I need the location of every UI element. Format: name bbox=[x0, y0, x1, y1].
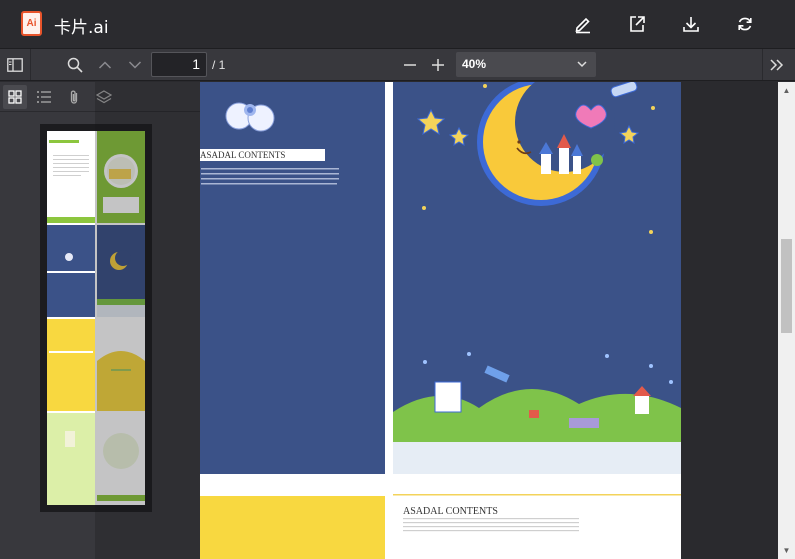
zoom-value: 40% bbox=[462, 57, 487, 71]
thumbnail-sidebar bbox=[0, 82, 200, 559]
bottom-panel-heading: ASADAL CONTENTS bbox=[403, 506, 498, 517]
chevron-up-icon bbox=[98, 61, 112, 69]
page-thumbnail[interactable] bbox=[47, 131, 145, 505]
viewer-toolbar: 1 / 1 40% bbox=[0, 48, 795, 81]
plus-icon bbox=[432, 59, 444, 71]
document-viewport[interactable]: ASADAL CONTENTS ASADAL CONTENTS bbox=[200, 82, 778, 559]
scroll-up-arrow[interactable]: ▲ bbox=[778, 82, 795, 99]
paperclip-icon bbox=[70, 90, 78, 104]
search-icon bbox=[67, 57, 83, 73]
previous-page-button[interactable] bbox=[94, 54, 116, 76]
zoom-in-button[interactable] bbox=[427, 54, 449, 76]
grid-icon bbox=[8, 90, 22, 104]
zoom-out-button[interactable] bbox=[399, 54, 421, 76]
scroll-thumb[interactable] bbox=[781, 239, 792, 333]
download-icon bbox=[683, 17, 699, 32]
ai-file-icon: Ai bbox=[21, 11, 42, 36]
sidebar-tabs bbox=[0, 82, 200, 112]
vertical-scrollbar[interactable]: ▲ ▼ bbox=[778, 82, 795, 559]
double-chevron-right-icon bbox=[770, 59, 784, 71]
toolbar-divider bbox=[762, 49, 763, 80]
zoom-select[interactable]: 40% bbox=[456, 52, 596, 77]
toggle-sidebar-button[interactable] bbox=[4, 54, 26, 76]
edit-button[interactable] bbox=[571, 12, 595, 36]
chevron-down-icon bbox=[576, 52, 588, 86]
download-button[interactable] bbox=[679, 12, 703, 36]
find-button[interactable] bbox=[64, 54, 86, 76]
document-page: ASADAL CONTENTS ASADAL CONTENTS bbox=[200, 82, 681, 559]
share-icon bbox=[630, 16, 645, 32]
chevron-down-icon bbox=[128, 61, 142, 69]
list-icon bbox=[37, 91, 51, 103]
toolbar-divider bbox=[30, 49, 31, 80]
layers-icon bbox=[96, 90, 112, 104]
tab-layers[interactable] bbox=[92, 85, 116, 109]
next-page-button[interactable] bbox=[124, 54, 146, 76]
page-thumbnail-frame[interactable] bbox=[40, 124, 152, 512]
sidebar-toggle-icon bbox=[7, 58, 23, 72]
page-number-input[interactable]: 1 bbox=[151, 52, 207, 77]
pen-icon bbox=[575, 17, 590, 34]
scroll-down-arrow[interactable]: ▼ bbox=[778, 542, 795, 559]
title-bar: Ai 卡片.ai bbox=[0, 0, 795, 48]
refresh-icon bbox=[738, 17, 752, 31]
page-count: / 1 bbox=[212, 58, 226, 72]
tab-attachments[interactable] bbox=[62, 85, 86, 109]
file-badge-text: Ai bbox=[26, 18, 37, 29]
share-button[interactable] bbox=[625, 12, 649, 36]
tools-menu-button[interactable] bbox=[766, 54, 788, 76]
left-panel-heading: ASADAL CONTENTS bbox=[200, 149, 325, 161]
thumbnail-artwork bbox=[47, 131, 145, 505]
tab-thumbnails[interactable] bbox=[3, 85, 27, 109]
refresh-button[interactable] bbox=[733, 12, 757, 36]
minus-icon bbox=[404, 64, 416, 66]
tab-outline[interactable] bbox=[32, 85, 56, 109]
document-title: 卡片.ai bbox=[54, 18, 109, 38]
